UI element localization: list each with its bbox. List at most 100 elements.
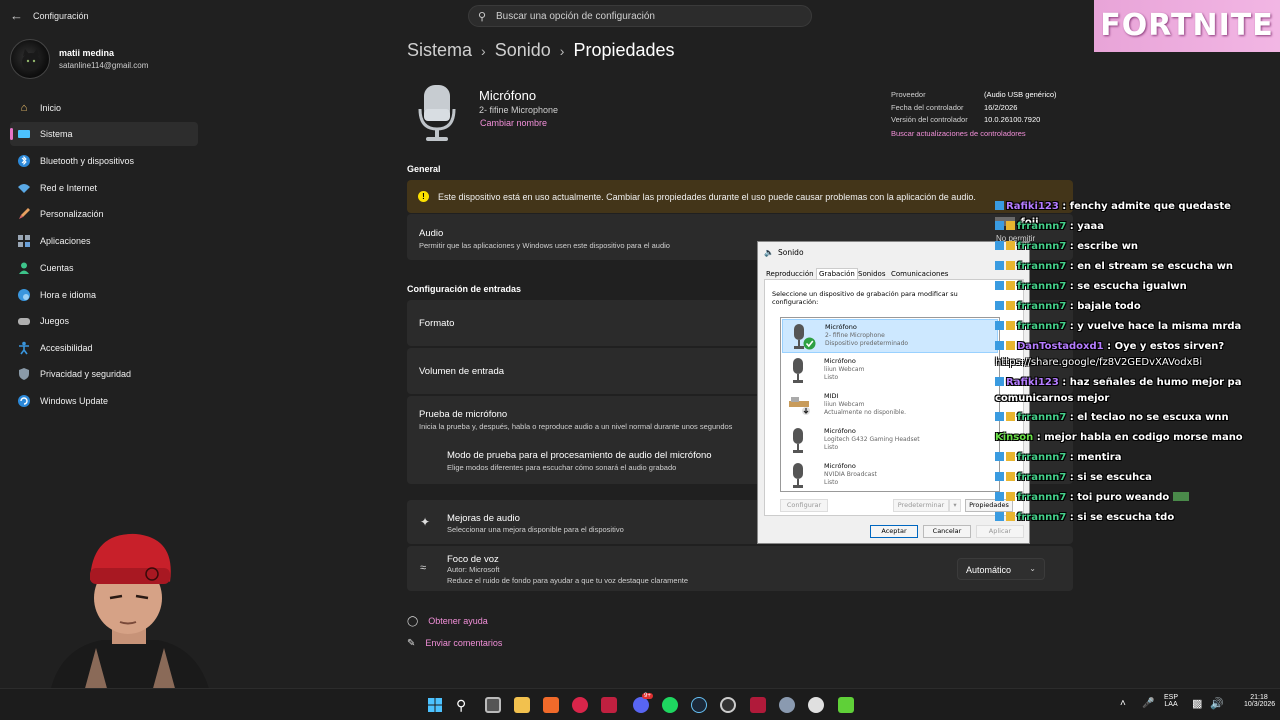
- sidebar-item-label: Juegos: [40, 316, 70, 326]
- device-status: Listo: [824, 444, 839, 451]
- breadcrumb-sistema[interactable]: Sistema: [407, 40, 472, 60]
- accessibility-icon: [17, 341, 31, 355]
- chat-user: frrannn7: [1017, 241, 1067, 252]
- sidebar-item-personalizacion[interactable]: Personalización: [10, 202, 198, 226]
- sidebar-item-bluetooth[interactable]: Bluetooth y dispositivos: [10, 149, 198, 173]
- file-explorer-icon[interactable]: [514, 697, 530, 713]
- device-desc: NVIDIA Broadcast: [824, 471, 877, 478]
- chat-user: frrannn7: [1017, 412, 1067, 423]
- taskbar-search-icon[interactable]: ⚲: [456, 697, 472, 713]
- sidebar-item-juegos[interactable]: Juegos: [10, 309, 198, 333]
- sidebar-item-aplicaciones[interactable]: Aplicaciones: [10, 229, 198, 253]
- steam-icon[interactable]: [691, 697, 707, 713]
- app-icon-2[interactable]: [720, 697, 736, 713]
- driver-update-link[interactable]: Buscar actualizaciones de controladores: [891, 129, 1026, 138]
- app-icon[interactable]: [601, 697, 617, 713]
- device-subtitle: 2- fifine Microphone: [479, 105, 559, 115]
- sidebar-item-label: Bluetooth y dispositivos: [40, 156, 135, 166]
- sidebar-item-sistema[interactable]: Sistema: [10, 122, 198, 146]
- sidebar-item-accesibilidad[interactable]: Accesibilidad: [10, 336, 198, 360]
- valorant-icon[interactable]: [750, 697, 766, 713]
- in-use-warning: ! Este dispositivo está en uso actualmen…: [407, 180, 1073, 213]
- app-title: Configuración: [33, 11, 89, 21]
- chat-user: frrannn7: [1017, 452, 1067, 463]
- sidebar-item-cuentas[interactable]: Cuentas: [10, 256, 198, 280]
- list-item[interactable]: Micrófono NVIDIA Broadcast Listo: [782, 459, 998, 491]
- back-arrow-icon[interactable]: ←: [10, 9, 24, 23]
- list-item[interactable]: Micrófono Logitech G432 Gaming Headset L…: [782, 424, 998, 458]
- apply-button[interactable]: Aplicar: [976, 525, 1024, 538]
- sidebar-item-inicio[interactable]: ⌂ Inicio: [10, 96, 198, 120]
- ok-button[interactable]: Aceptar: [870, 525, 918, 538]
- list-item[interactable]: MIDI liiun Webcam Actualmente no disponi…: [782, 389, 998, 423]
- voice-focus-dropdown[interactable]: Automático ⌄: [957, 558, 1045, 580]
- chat-link[interactable]: https://share.google/fz8V2GEDvXAVodxBi: [995, 357, 1202, 368]
- media-player-icon[interactable]: [572, 697, 588, 713]
- app-icon-3[interactable]: [838, 697, 854, 713]
- chat-text: : el teclao no se escuxa wnn: [1069, 412, 1229, 423]
- search-box[interactable]: ⚲ Buscar una opción de configuración: [468, 5, 812, 27]
- tab-sonidos[interactable]: Sonidos: [858, 270, 885, 278]
- sidebar-item-hora[interactable]: Hora e idioma: [10, 283, 198, 307]
- feedback-link[interactable]: ✎ Enviar comentarios: [407, 638, 502, 649]
- sidebar-item-label: Sistema: [40, 129, 73, 139]
- tab-grabacion[interactable]: Grabación: [816, 268, 858, 279]
- midi-device-icon: [789, 397, 810, 415]
- get-help-link[interactable]: ◯ Obtener ayuda: [407, 616, 488, 627]
- chat-text: : toi puro weando: [1069, 492, 1170, 503]
- dialog-instruction: Seleccione un dispositivo de grabación p…: [772, 290, 958, 306]
- brave-browser-icon[interactable]: [543, 697, 559, 713]
- volume-icon[interactable]: 🔊: [1210, 697, 1224, 710]
- chat-user: frrannn7: [1017, 221, 1067, 232]
- list-item[interactable]: Micrófono liiun Webcam Listo: [782, 354, 998, 388]
- home-icon: ⌂: [20, 102, 28, 114]
- spotify-icon[interactable]: [662, 697, 678, 713]
- sidebar-item-privacidad[interactable]: Privacidad y seguridad: [10, 362, 198, 386]
- set-default-dropdown-icon[interactable]: ▾: [949, 499, 961, 512]
- clock[interactable]: 21:18 10/3/2026: [1244, 694, 1275, 708]
- breadcrumb-sonido[interactable]: Sonido: [495, 40, 551, 60]
- breadcrumb: Sistema › Sonido › Propiedades: [407, 40, 675, 60]
- chat-text: : y vuelve hace la misma mrda: [1069, 321, 1242, 332]
- rename-link[interactable]: Cambiar nombre: [480, 118, 547, 128]
- network-icon[interactable]: ▩: [1192, 697, 1202, 710]
- tab-reproduccion[interactable]: Reproducción: [766, 270, 814, 278]
- chat-message: frrannn7 : bajale todo: [995, 299, 1255, 315]
- cancel-button[interactable]: Cancelar: [923, 525, 971, 538]
- recording-device-list[interactable]: Micrófono 2- fifine Microphone Dispositi…: [780, 317, 1000, 492]
- set-default-button[interactable]: Predeterminar: [893, 499, 949, 512]
- prop-value-version: 10.0.26100.7920: [984, 115, 1041, 124]
- settings-gear-icon[interactable]: [779, 697, 795, 713]
- prop-value-date: 16/2/2026: [984, 102, 1018, 112]
- discord-icon[interactable]: [633, 697, 649, 713]
- sidebar-item-label: Red e Internet: [40, 183, 98, 193]
- fortnite-overlay-logo: FORTNITE: [1094, 0, 1280, 52]
- tab-comunicaciones[interactable]: Comunicaciones: [891, 270, 948, 278]
- sidebar-item-windows-update[interactable]: Windows Update: [10, 389, 198, 413]
- mic-test-title: Prueba de micrófono: [419, 409, 508, 420]
- sparkle-icon: ✦: [420, 515, 431, 529]
- task-view-icon[interactable]: [485, 697, 501, 713]
- device-desc: 2- fifine Microphone: [825, 332, 885, 339]
- configure-button[interactable]: Configurar: [780, 499, 828, 512]
- chevron-down-icon: ⌄: [1029, 564, 1036, 573]
- obs-icon[interactable]: [808, 697, 824, 713]
- list-item[interactable]: Micrófono 2- fifine Microphone Dispositi…: [782, 319, 998, 353]
- device-name: Micrófono: [824, 462, 856, 470]
- device-name: MIDI: [824, 392, 839, 400]
- language-indicator[interactable]: ESP LAA: [1164, 694, 1178, 708]
- prop-label-provider: Proveedor: [891, 90, 926, 99]
- microphone-icon: [418, 83, 456, 143]
- check-default-icon: [803, 337, 816, 350]
- warning-text: Este dispositivo está en uso actualmente…: [438, 192, 976, 202]
- sidebar-item-label: Cuentas: [40, 263, 74, 273]
- microphone-tray-icon[interactable]: 🎤: [1142, 698, 1154, 709]
- person-icon: [17, 261, 31, 275]
- chat-message: frrannn7 : en el stream se escucha wn: [995, 259, 1255, 275]
- sidebar-item-red[interactable]: Red e Internet: [10, 176, 198, 200]
- avatar[interactable]: [10, 39, 50, 79]
- windows-start-icon[interactable]: [427, 697, 443, 713]
- shield-icon: [17, 367, 31, 381]
- general-heading: General: [407, 164, 441, 174]
- chevron-up-icon[interactable]: ˄: [1120, 698, 1126, 709]
